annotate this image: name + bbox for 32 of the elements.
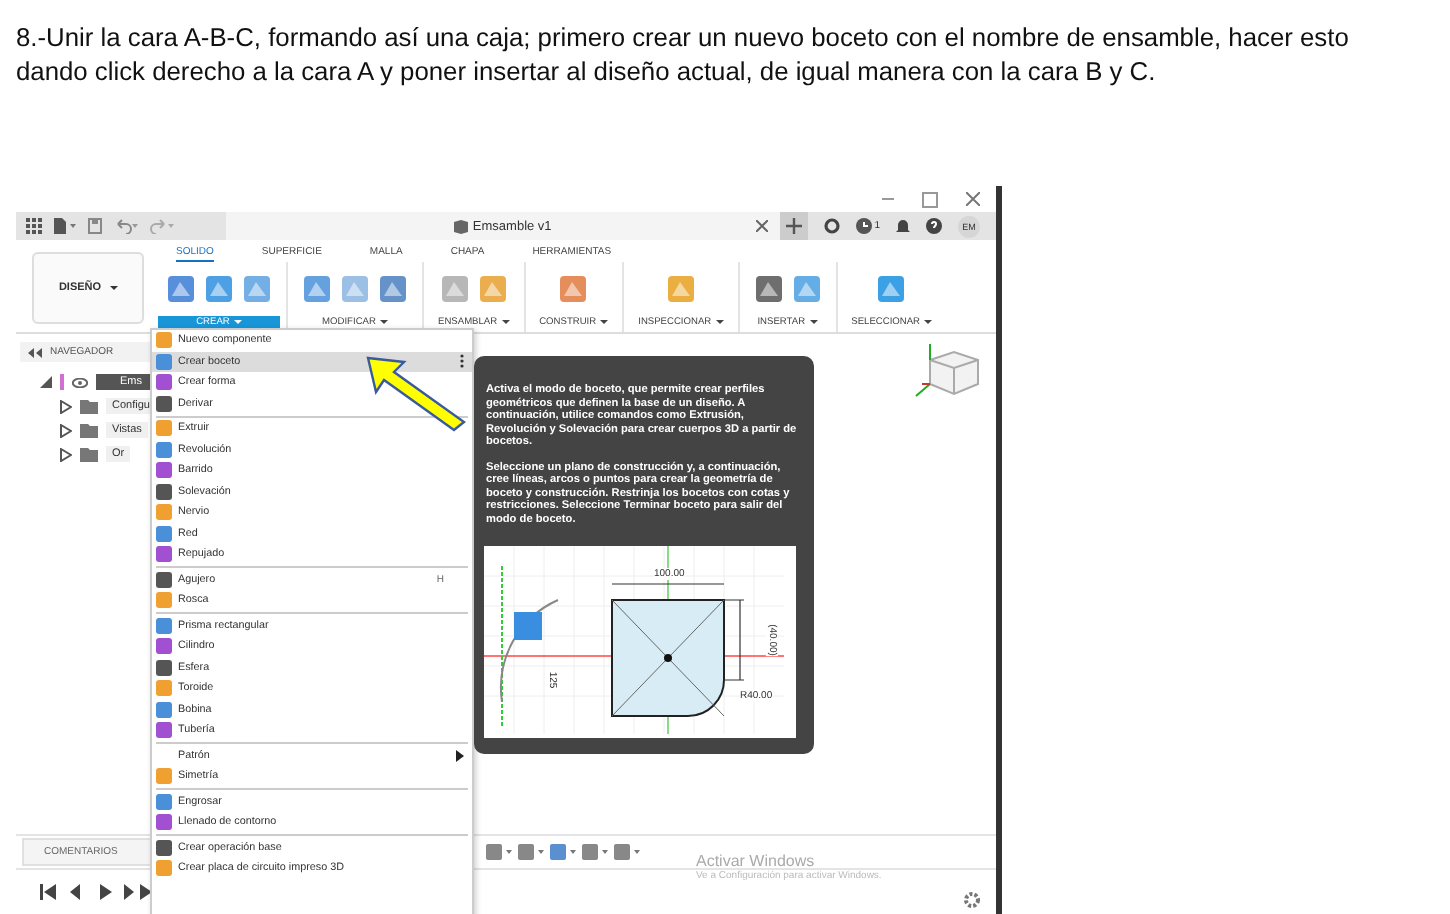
grid-icon[interactable] — [26, 218, 42, 234]
view-tool-icon[interactable] — [550, 844, 576, 860]
close-tab-icon[interactable] — [756, 220, 769, 232]
settings-icon[interactable] — [964, 892, 980, 908]
eye-icon[interactable] — [72, 377, 88, 387]
collapsed-icon[interactable] — [60, 399, 72, 413]
clock-icon[interactable] — [856, 218, 873, 234]
sync-icon[interactable] — [824, 218, 841, 234]
view-tool-icon[interactable] — [614, 844, 640, 860]
view-cube-drawing[interactable] — [912, 342, 980, 402]
bell-icon[interactable] — [896, 218, 910, 234]
maximize-icon[interactable] — [922, 191, 938, 207]
view-tool-icon[interactable] — [486, 844, 512, 860]
redo-icon[interactable] — [150, 218, 174, 234]
help-icon[interactable] — [926, 218, 942, 234]
activation-title: Activar Windows — [696, 851, 817, 869]
collapsed-icon[interactable] — [60, 447, 72, 461]
undo-icon[interactable] — [114, 218, 138, 234]
save-icon[interactable] — [88, 218, 102, 234]
cube-icon — [454, 219, 469, 233]
timeline-controls-drawing[interactable] — [40, 884, 156, 900]
instruction-text: 8.-Unir la cara A-B-C, formando así una caja; primero crear un nuevo boceto con el nombre de ensamble, hacer esto dando click derecho a la cara A y poner insertar al diseño actual, de igual manera con la cara B y C. — [14, 20, 1351, 90]
pointer-arrow-drawing — [364, 354, 468, 434]
file-icon[interactable] — [54, 218, 76, 234]
submenu-arrow-icon — [456, 749, 464, 762]
close-icon[interactable] — [964, 191, 980, 207]
collapse-icon[interactable] — [28, 347, 42, 357]
collapsed-icon[interactable] — [60, 423, 72, 437]
view-tool-icon[interactable] — [518, 844, 544, 860]
new-tab-button[interactable] — [780, 212, 809, 240]
view-tool-icon[interactable] — [582, 844, 608, 860]
expanded-icon[interactable] — [40, 376, 52, 388]
